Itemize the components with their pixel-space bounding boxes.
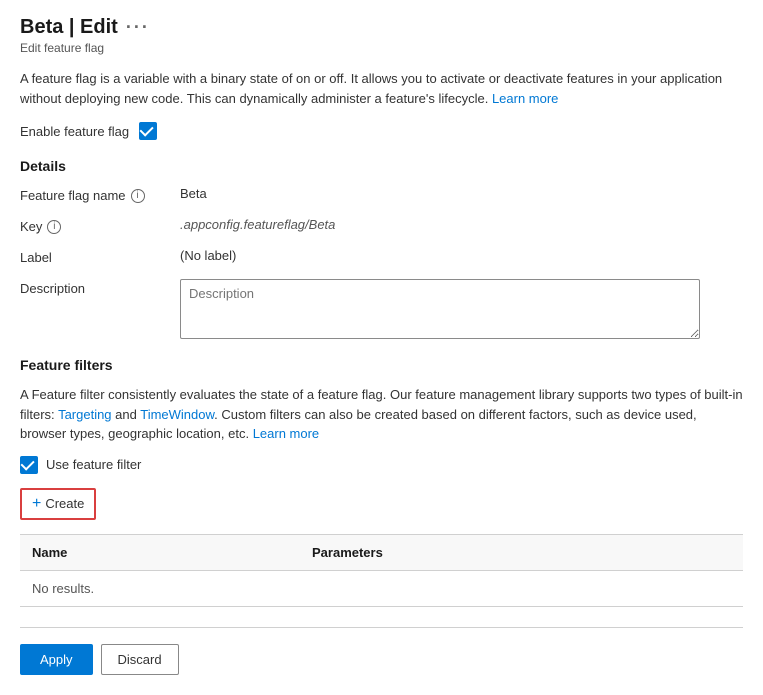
description-row: Description — [20, 279, 743, 339]
enable-feature-flag-row: Enable feature flag — [20, 122, 743, 140]
enable-feature-flag-checkbox[interactable] — [139, 122, 157, 140]
enable-feature-flag-label: Enable feature flag — [20, 124, 129, 139]
key-row: Key i .appconfig.featureflag/Beta — [20, 217, 743, 234]
intro-learn-more-link[interactable]: Learn more — [492, 91, 558, 106]
key-value: .appconfig.featureflag/Beta — [180, 217, 335, 232]
feature-filters-title: Feature filters — [20, 357, 743, 373]
filters-description: A Feature filter consistently evaluates … — [20, 385, 743, 444]
feature-flag-name-label: Feature flag name i — [20, 186, 180, 203]
table-header: Name Parameters — [20, 535, 743, 571]
table-col-name: Name — [20, 541, 300, 564]
key-label: Key i — [20, 217, 180, 234]
create-button[interactable]: + Create — [20, 488, 96, 520]
label-label: Label — [20, 248, 180, 265]
footer-divider — [20, 627, 743, 628]
apply-button[interactable]: Apply — [20, 644, 93, 675]
table-col-actions — [683, 541, 743, 564]
plus-icon: + — [32, 495, 41, 513]
details-section: Details Feature flag name i Beta Key i .… — [20, 158, 743, 339]
timewindow-text: TimeWindow — [140, 407, 214, 422]
create-button-label: Create — [45, 496, 84, 511]
feature-flag-name-row: Feature flag name i Beta — [20, 186, 743, 203]
page-subtitle: Edit feature flag — [20, 41, 743, 55]
filters-learn-more-link[interactable]: Learn more — [253, 426, 319, 441]
page-title: Beta | Edit ··· — [20, 16, 743, 39]
use-feature-filter-checkbox[interactable] — [20, 456, 38, 474]
ellipsis-menu[interactable]: ··· — [126, 17, 150, 38]
table-col-parameters: Parameters — [300, 541, 683, 564]
table-body: No results. — [20, 571, 743, 606]
use-feature-filter-row: Use feature filter — [20, 456, 743, 474]
use-feature-filter-label: Use feature filter — [46, 457, 141, 472]
details-section-title: Details — [20, 158, 743, 174]
feature-flag-name-info-icon[interactable]: i — [131, 189, 145, 203]
discard-button[interactable]: Discard — [101, 644, 179, 675]
no-results-text: No results. — [32, 581, 94, 596]
label-value: (No label) — [180, 248, 236, 263]
footer-buttons: Apply Discard — [20, 640, 743, 675]
description-textarea[interactable] — [180, 279, 700, 339]
feature-flag-name-value: Beta — [180, 186, 207, 201]
filters-table: Name Parameters No results. — [20, 534, 743, 607]
title-text: Beta | Edit — [20, 16, 118, 39]
key-info-icon[interactable]: i — [47, 220, 61, 234]
targeting-text: Targeting — [58, 407, 111, 422]
feature-filters-section: Feature filters A Feature filter consist… — [20, 357, 743, 607]
label-row: Label (No label) — [20, 248, 743, 265]
description-label: Description — [20, 279, 180, 296]
intro-description: A feature flag is a variable with a bina… — [20, 69, 743, 108]
